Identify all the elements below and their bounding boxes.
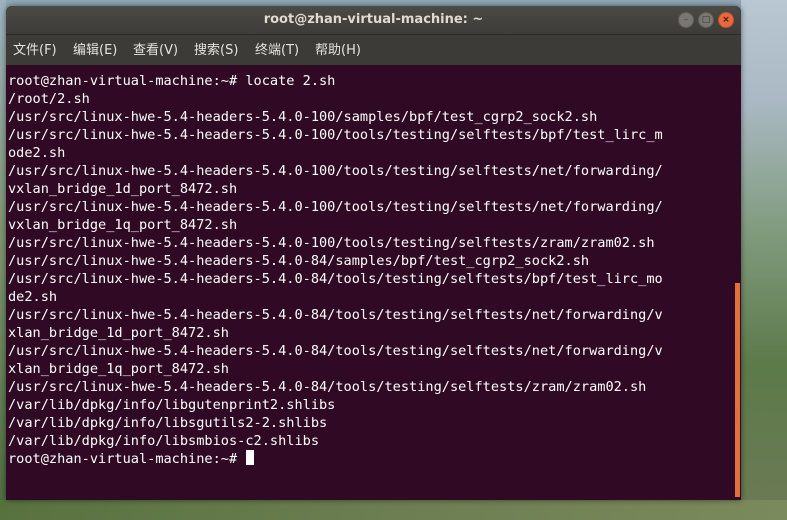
menu-terminal[interactable]: 终端(T) xyxy=(255,35,299,65)
terminal-line: /usr/src/linux-hwe-5.4-headers-5.4.0-84/… xyxy=(8,271,663,287)
terminal-line: /usr/src/linux-hwe-5.4-headers-5.4.0-100… xyxy=(8,127,663,143)
terminal-line: ode2.sh xyxy=(8,145,66,161)
terminal-line: root@zhan-virtual-machine:~# locate 2.sh xyxy=(8,73,336,89)
menu-search[interactable]: 搜索(S) xyxy=(194,35,238,65)
terminal-line: /root/2.sh xyxy=(8,91,90,107)
minimize-button[interactable]: – xyxy=(678,12,694,28)
terminal-line: xlan_bridge_1d_port_8472.sh xyxy=(8,325,229,341)
maximize-button[interactable]: □ xyxy=(698,12,714,28)
terminal-line: vxlan_bridge_1q_port_8472.sh xyxy=(8,217,238,233)
terminal-line: /usr/src/linux-hwe-5.4-headers-5.4.0-84/… xyxy=(8,379,647,395)
terminal-line: de2.sh xyxy=(8,289,58,305)
terminal-prompt: root@zhan-virtual-machine:~# xyxy=(8,451,246,467)
title-bar[interactable]: root@zhan-virtual-machine: ~ – □ × xyxy=(6,6,741,35)
terminal-line: xlan_bridge_1q_port_8472.sh xyxy=(8,361,229,377)
terminal-line: /usr/src/linux-hwe-5.4-headers-5.4.0-100… xyxy=(8,235,655,251)
scrollbar-thumb[interactable] xyxy=(735,283,740,497)
terminal-prompt-line[interactable]: root@zhan-virtual-machine:~# xyxy=(8,450,255,468)
terminal-line: /usr/src/linux-hwe-5.4-headers-5.4.0-84/… xyxy=(8,307,663,323)
desktop-wallpaper-right xyxy=(741,0,787,520)
terminal-line: /var/lib/dpkg/info/libsgutils2-2.shlibs xyxy=(8,415,328,431)
terminal-line: /usr/src/linux-hwe-5.4-headers-5.4.0-84/… xyxy=(8,343,663,359)
terminal-line: /var/lib/dpkg/info/libgutenprint2.shlibs xyxy=(8,397,336,413)
close-button[interactable]: × xyxy=(718,12,734,28)
terminal-line: /usr/src/linux-hwe-5.4-headers-5.4.0-100… xyxy=(8,109,598,125)
window-title: root@zhan-virtual-machine: ~ xyxy=(263,12,484,27)
menu-file[interactable]: 文件(F) xyxy=(13,35,57,65)
menu-bar: 文件(F) 编辑(E) 查看(V) 搜索(S) 终端(T) 帮助(H) xyxy=(6,35,741,65)
terminal-line: /usr/src/linux-hwe-5.4-headers-5.4.0-100… xyxy=(8,163,663,179)
terminal-line: /usr/src/linux-hwe-5.4-headers-5.4.0-84/… xyxy=(8,253,590,269)
menu-view[interactable]: 查看(V) xyxy=(133,35,178,65)
terminal-line: /var/lib/dpkg/info/libsmbios-c2.shlibs xyxy=(8,433,319,449)
terminal-line: /usr/src/linux-hwe-5.4-headers-5.4.0-100… xyxy=(8,199,663,215)
terminal-window: root@zhan-virtual-machine: ~ – □ × 文件(F)… xyxy=(6,6,741,500)
text-cursor xyxy=(246,450,255,465)
terminal-line: vxlan_bridge_1d_port_8472.sh xyxy=(8,181,238,197)
terminal-output-area[interactable]: root@zhan-virtual-machine:~# locate 2.sh… xyxy=(6,65,741,500)
menu-edit[interactable]: 编辑(E) xyxy=(73,35,117,65)
menu-help[interactable]: 帮助(H) xyxy=(315,35,361,65)
desktop-wallpaper-bottom xyxy=(0,500,787,520)
